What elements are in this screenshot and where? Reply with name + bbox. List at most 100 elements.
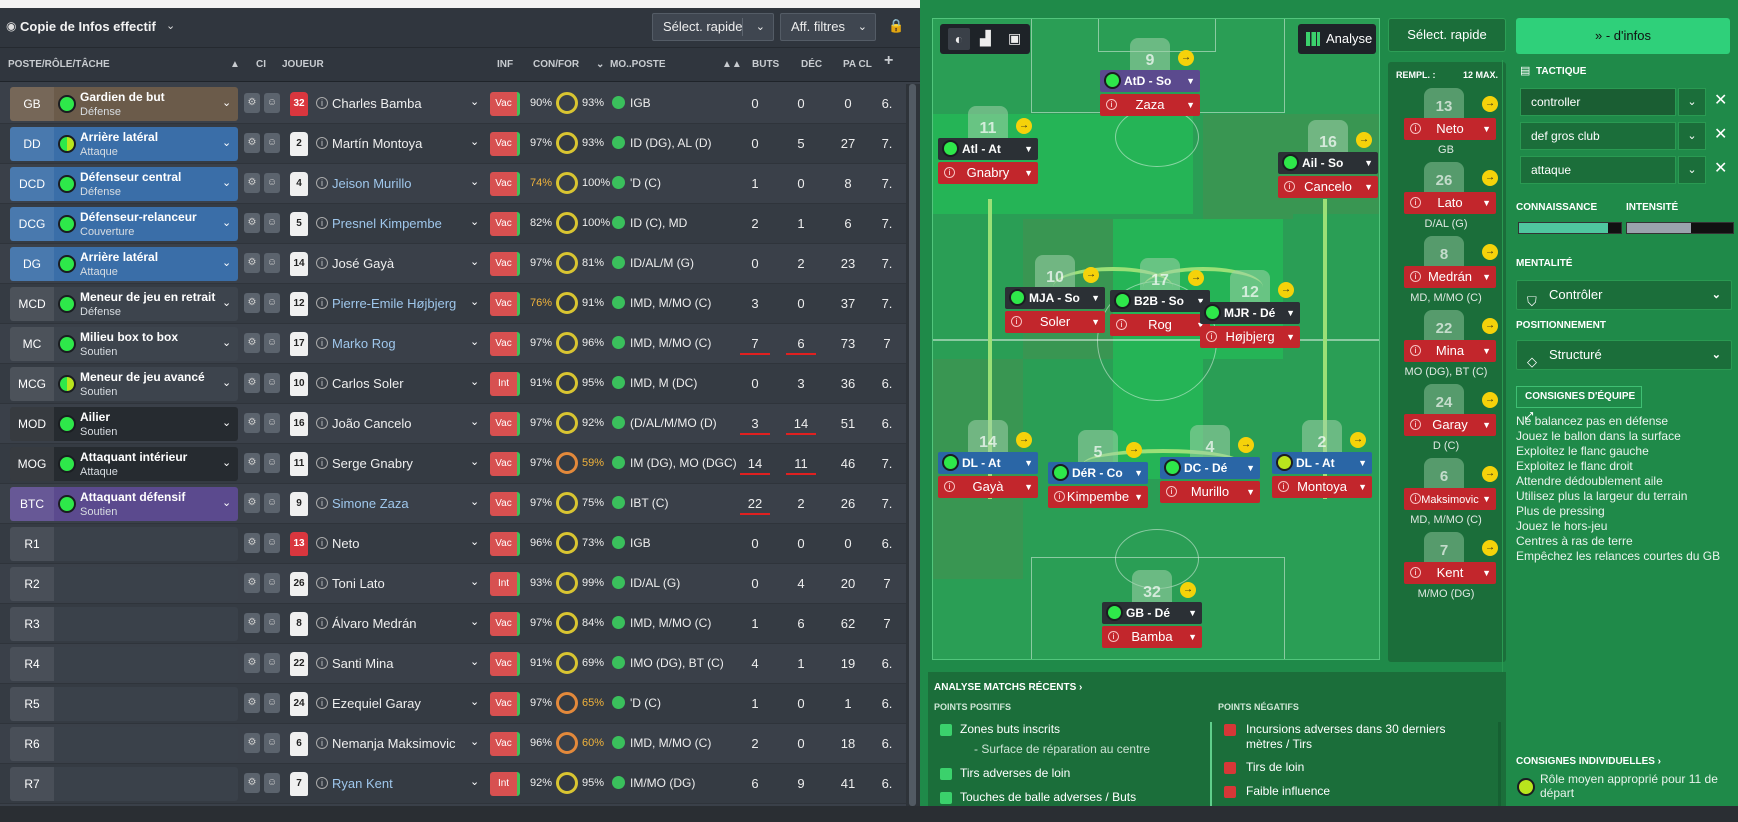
chevron-down-icon[interactable]: ⌄ <box>470 295 479 308</box>
role-box[interactable]: R3 <box>10 607 238 641</box>
substitute[interactable]: 13 → i Neto ▼ GB <box>1396 88 1498 168</box>
info-icon[interactable]: i <box>316 257 328 269</box>
role-box[interactable]: MCD Meneur de jeu en retrait Défense ⌄ <box>10 287 238 321</box>
positioning-select[interactable]: ◇ Structuré ⌄ <box>1516 340 1732 370</box>
table-row[interactable]: DD Arrière latéral Attaque ⌄ ⚙ ☺ 2 i Martín Mont… <box>0 124 906 164</box>
chevron-down-icon[interactable]: ⌄ <box>596 59 604 70</box>
chevron-down-icon[interactable]: ⌄ <box>222 456 231 469</box>
player-name[interactable]: Neto <box>332 536 359 551</box>
person-icon[interactable]: ☺ <box>264 373 280 393</box>
person-icon[interactable]: ☺ <box>264 773 280 793</box>
pitch-role-box[interactable]: DC - Dé ▼ <box>1160 457 1260 479</box>
pitch-role-box[interactable]: AtD - So ▼ <box>1100 70 1200 92</box>
person-icon[interactable]: ☺ <box>264 573 280 593</box>
instructions-icon[interactable]: ⚙ <box>244 453 260 473</box>
sub-name-box[interactable]: i Kent ▼ <box>1404 562 1496 584</box>
individual-instructions-title[interactable]: CONSIGNES INDIVIDUELLES › <box>1516 756 1661 767</box>
chevron-down-icon[interactable]: ⌄ <box>470 335 479 348</box>
instructions-icon[interactable]: ⚙ <box>244 133 260 153</box>
info-icon[interactable]: i <box>316 97 328 109</box>
pitch-role-box[interactable]: Atl - At ▼ <box>938 138 1038 160</box>
info-icon[interactable]: i <box>316 457 328 469</box>
contrast-icon[interactable]: ◐ <box>948 28 970 50</box>
player-name[interactable]: Ezequiel Garay <box>332 696 421 711</box>
pitch-name-box[interactable]: i Soler ▼ <box>1005 311 1105 333</box>
chevron-down-icon[interactable]: ⌄ <box>470 775 479 788</box>
player-name[interactable]: Pierre-Emile Højbjerg <box>332 296 456 311</box>
position-code[interactable]: DD <box>10 127 54 161</box>
person-icon[interactable]: ☺ <box>264 93 280 113</box>
table-row[interactable]: DCD Défenseur central Défense ⌄ ⚙ ☺ 4 i Jeison M… <box>0 164 906 204</box>
pitch-name-box[interactable]: i Zaza ▼ <box>1100 94 1200 116</box>
role-box[interactable]: R5 <box>10 687 238 721</box>
player-instruction-icon[interactable]: → <box>1178 50 1194 66</box>
sort-icon[interactable]: ▲ <box>230 59 240 70</box>
col-player[interactable]: JOUEUR <box>282 59 324 70</box>
chevron-down-icon[interactable]: ⌄ <box>1678 122 1706 150</box>
chevron-down-icon[interactable]: ⌄ <box>470 135 479 148</box>
position-code[interactable]: BTC <box>10 487 54 521</box>
person-icon[interactable]: ☺ <box>264 213 280 233</box>
player-instruction-icon[interactable]: → <box>1238 437 1254 453</box>
substitute[interactable]: 7 → i Kent ▼ M/MO (DG) <box>1396 532 1498 612</box>
close-icon[interactable]: ✕ <box>1714 90 1727 110</box>
info-icon[interactable]: i <box>316 737 328 749</box>
player-instruction-icon[interactable]: → <box>1482 170 1498 186</box>
close-icon[interactable]: ✕ <box>1714 124 1727 144</box>
role-box[interactable]: DCG Défenseur-relanceur Couverture ⌄ <box>10 207 238 241</box>
player-name[interactable]: José Gayà <box>332 256 394 271</box>
sub-name-box[interactable]: i Lato ▼ <box>1404 192 1496 214</box>
table-row[interactable]: R4 ⚙ ☺ 22 i Santi Mina ⌄ Vac 91% 69% IMO (DG), BT … <box>0 644 906 684</box>
filters-button[interactable]: Aff. filtres ⌄ <box>780 13 876 41</box>
col-mo-poste[interactable]: MO..POSTE <box>610 59 666 70</box>
info-icon[interactable]: i <box>316 577 328 589</box>
chevron-down-icon[interactable]: ⌄ <box>222 176 231 189</box>
role-box[interactable]: MCG Meneur de jeu avancé Soutien ⌄ <box>10 367 238 401</box>
info-icon[interactable]: i <box>316 537 328 549</box>
player-name[interactable]: Santi Mina <box>332 656 393 671</box>
pitch-role-box[interactable]: DL - At ▼ <box>938 452 1038 474</box>
scrollbar[interactable] <box>1498 722 1501 806</box>
pitch-role-box[interactable]: DL - At ▼ <box>1272 452 1372 474</box>
player-instruction-icon[interactable]: → <box>1126 442 1142 458</box>
player-name[interactable]: Álvaro Medrán <box>332 616 417 631</box>
pitch-role-box[interactable]: MJA - So ▼ <box>1005 287 1105 309</box>
sub-name-box[interactable]: i Mina ▼ <box>1404 340 1496 362</box>
info-icon[interactable]: i <box>316 777 328 789</box>
pitch-name-box[interactable]: i Bamba ▼ <box>1102 626 1202 648</box>
player-name[interactable]: Serge Gnabry <box>332 456 413 471</box>
role-box[interactable]: R1 <box>10 527 238 561</box>
person-icon[interactable]: ☺ <box>264 173 280 193</box>
role-box[interactable]: R4 <box>10 647 238 681</box>
role-box[interactable]: BTC Attaquant défensif Soutien ⌄ <box>10 487 238 521</box>
instructions-icon[interactable]: ⚙ <box>244 613 260 633</box>
scrollbar-thumb[interactable] <box>909 84 916 806</box>
instructions-icon[interactable]: ⚙ <box>244 533 260 553</box>
role-box[interactable]: DD Arrière latéral Attaque ⌄ <box>10 127 238 161</box>
role-box[interactable]: GB Gardien de but Défense ⌄ <box>10 87 238 121</box>
instructions-icon[interactable]: ⚙ <box>244 253 260 273</box>
position-code[interactable]: DCG <box>10 207 54 241</box>
chevron-down-icon[interactable]: ⌄ <box>222 256 231 269</box>
player-instruction-icon[interactable]: → <box>1016 118 1032 134</box>
role-box[interactable]: R2 <box>10 567 238 601</box>
position-code[interactable]: MOD <box>10 407 54 441</box>
chevron-down-icon[interactable]: ⌄ <box>470 655 479 668</box>
role-box[interactable]: MOG Attaquant intérieur Attaque ⌄ <box>10 447 238 481</box>
chevron-down-icon[interactable]: ⌄ <box>470 95 479 108</box>
col-confor[interactable]: CON/FOR <box>533 59 579 70</box>
player-instruction-icon[interactable]: → <box>1016 432 1032 448</box>
position-code[interactable]: R4 <box>10 647 54 681</box>
substitute[interactable]: 26 → i Lato ▼ D/AL (G) <box>1396 162 1498 242</box>
scrollbar[interactable] <box>906 84 920 806</box>
position-code[interactable]: R6 <box>10 727 54 761</box>
player-instruction-icon[interactable]: → <box>1278 282 1294 298</box>
position-code[interactable]: R2 <box>10 567 54 601</box>
chevron-down-icon[interactable]: ⌄ <box>470 695 479 708</box>
sub-name-box[interactable]: i Medrán ▼ <box>1404 266 1496 288</box>
pitch-role-box[interactable]: DéR - Co ▼ <box>1048 462 1148 484</box>
substitute[interactable]: 6 → i Maksimovic ▼ MD, M/MO (C) <box>1396 458 1498 538</box>
position-code[interactable]: MCD <box>10 287 54 321</box>
instructions-icon[interactable]: ⚙ <box>244 93 260 113</box>
col-assists[interactable]: DÉC <box>801 59 822 70</box>
